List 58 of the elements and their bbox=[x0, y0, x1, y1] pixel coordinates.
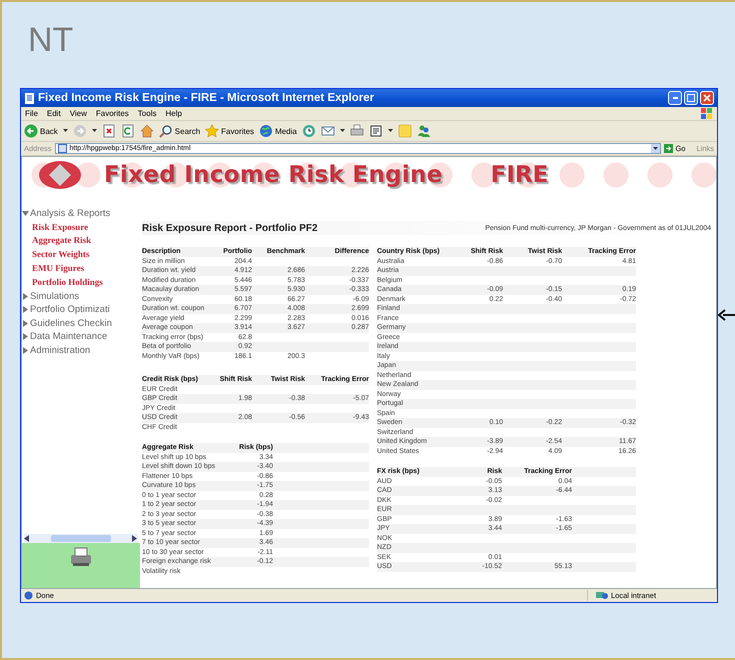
search-button[interactable]: Search bbox=[158, 124, 200, 138]
favorites-button[interactable]: Favorites bbox=[205, 124, 254, 138]
caret-icon[interactable] bbox=[388, 129, 393, 133]
tree-link[interactable]: Aggregate Risk bbox=[22, 234, 140, 248]
menu-item[interactable]: Edit bbox=[46, 109, 61, 118]
tree-link[interactable]: Risk Exposure bbox=[22, 220, 140, 234]
menu-item[interactable]: View bbox=[70, 109, 87, 118]
left-arrow-icon[interactable] bbox=[24, 535, 30, 542]
minimize-button[interactable] bbox=[668, 91, 682, 105]
banner-title: Fixed Income Risk Engine bbox=[104, 162, 443, 188]
arrow-icon bbox=[718, 309, 735, 321]
star-icon bbox=[205, 124, 220, 138]
close-button[interactable] bbox=[700, 91, 714, 105]
document-icon[interactable] bbox=[368, 124, 383, 138]
maximize-icon bbox=[687, 94, 695, 102]
window-title: Fixed Income Risk Engine - FIRE - Microsoft Internet Explorer bbox=[38, 92, 374, 104]
horizontal-scrollbar[interactable] bbox=[24, 534, 138, 543]
dropdown-icon[interactable] bbox=[651, 144, 660, 153]
people-icon[interactable] bbox=[416, 124, 431, 138]
tree-item[interactable]: Administration bbox=[22, 343, 140, 357]
home-icon[interactable] bbox=[140, 124, 154, 138]
menu-item[interactable]: File bbox=[25, 109, 38, 118]
caret-icon[interactable] bbox=[92, 129, 97, 133]
menu-item[interactable]: Tools bbox=[138, 109, 156, 118]
tree-link[interactable]: EMU Figures bbox=[22, 262, 140, 276]
caret-icon[interactable] bbox=[62, 129, 68, 133]
caret-icon[interactable] bbox=[340, 129, 345, 133]
scrollbar-thumb[interactable] bbox=[51, 535, 111, 542]
tree-link[interactable]: Sector Weights bbox=[22, 248, 140, 262]
search-icon bbox=[158, 124, 173, 138]
mail-icon[interactable] bbox=[320, 124, 335, 138]
right-arrow-icon[interactable] bbox=[132, 535, 138, 542]
tree-item[interactable]: Portfolio Optimizati bbox=[22, 302, 140, 316]
tree-item[interactable]: Data Maintenance bbox=[22, 330, 140, 344]
slide-title: NT bbox=[27, 20, 74, 61]
tree-item[interactable]: Guidelines Checkin bbox=[22, 316, 140, 330]
minimize-icon bbox=[672, 97, 678, 99]
globe-icon bbox=[259, 124, 274, 138]
printer-icon[interactable] bbox=[69, 546, 93, 568]
media-button[interactable]: Media bbox=[259, 124, 297, 138]
history-icon[interactable] bbox=[302, 124, 316, 138]
menu-item[interactable]: Help bbox=[165, 109, 182, 118]
back-button[interactable]: Back bbox=[24, 124, 58, 138]
tree-link[interactable]: Portfolio Holdings bbox=[22, 276, 140, 290]
logo-icon bbox=[38, 160, 82, 190]
refresh-icon[interactable] bbox=[120, 124, 135, 138]
tree-item[interactable]: Analysis & Reports bbox=[22, 207, 140, 220]
close-icon bbox=[703, 94, 711, 102]
printer-icon[interactable] bbox=[350, 124, 364, 138]
banner-acronym: FIRE bbox=[490, 162, 548, 188]
windows-logo-icon bbox=[701, 108, 713, 119]
intranet-icon bbox=[596, 591, 608, 600]
menu-item[interactable]: Favorites bbox=[96, 109, 129, 118]
maximize-button[interactable] bbox=[684, 91, 698, 105]
stop-icon[interactable] bbox=[102, 124, 116, 138]
arrow-icon bbox=[664, 144, 674, 153]
tree-item[interactable]: Simulations bbox=[22, 289, 140, 303]
report-title: Risk Exposure Report - Portfolio PF2 bbox=[142, 222, 318, 234]
